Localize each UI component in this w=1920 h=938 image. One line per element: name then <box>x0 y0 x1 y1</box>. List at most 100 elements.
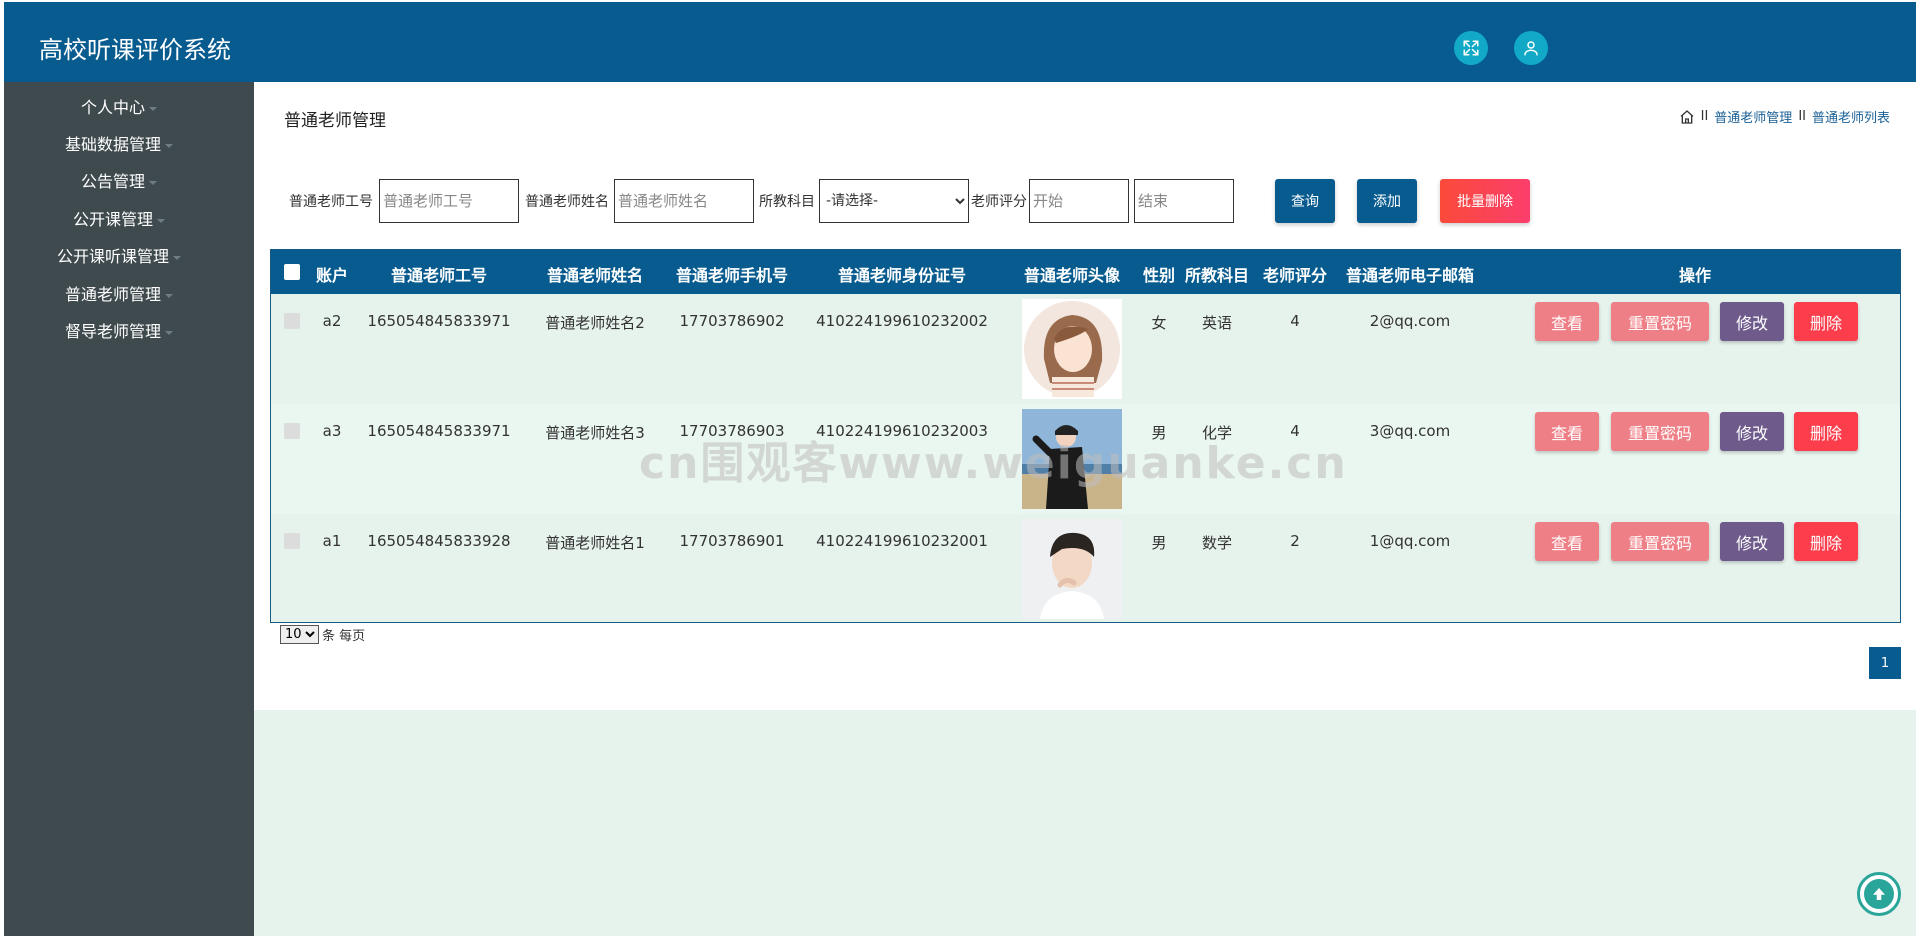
breadcrumb: II 普通老师管理 II 普通老师列表 <box>1679 107 1890 126</box>
score-end-input[interactable] <box>1134 179 1234 223</box>
cell-job-no: 165054845833928 <box>367 532 511 550</box>
page-size-control: 10 条 每页 <box>280 625 365 644</box>
sidebar-item-label: 督导老师管理 <box>64 322 161 341</box>
table-header: 账户 普通老师工号 普通老师姓名 普通老师手机号 普通老师身份证号 普通老师头像… <box>271 250 1900 294</box>
edit-button[interactable]: 修改 <box>1720 522 1784 561</box>
add-button[interactable]: 添加 <box>1357 179 1417 223</box>
sidebar-item-open-class[interactable]: 公开课管理 <box>4 206 234 230</box>
cell-email: 3@qq.com <box>1369 422 1451 440</box>
sidebar-item-personal-center[interactable]: 个人中心 <box>4 94 234 118</box>
teacher-id-input[interactable] <box>379 179 519 223</box>
sidebar-item-label: 基础数据管理 <box>64 135 161 154</box>
caret-down-icon <box>149 180 157 185</box>
row-checkbox[interactable] <box>284 533 300 549</box>
teacher-id-label: 普通老师工号 <box>289 194 373 210</box>
subject-select[interactable]: -请选择- <box>819 179 969 223</box>
cell-score: 4 <box>1290 312 1300 330</box>
sidebar-item-label: 公告管理 <box>80 172 145 191</box>
home-icon[interactable] <box>1679 109 1695 125</box>
caret-down-icon <box>165 330 173 335</box>
cell-name: 普通老师姓名3 <box>545 424 645 442</box>
app-title: 高校听课评价系统 <box>39 36 231 64</box>
sidebar-item-basic-data[interactable]: 基础数据管理 <box>4 131 234 155</box>
sidebar-item-label: 普通老师管理 <box>64 285 161 304</box>
arrow-up-icon <box>1864 879 1894 909</box>
sidebar-item-supervisors[interactable]: 督导老师管理 <box>4 318 234 342</box>
cell-gender: 男 <box>1151 534 1167 552</box>
edit-button[interactable]: 修改 <box>1720 412 1784 451</box>
cell-subject: 英语 <box>1201 314 1233 332</box>
column-header: 所教科目 <box>1184 266 1250 285</box>
page-title: 普通老师管理 <box>284 111 386 131</box>
column-header: 普通老师手机号 <box>675 266 789 285</box>
caret-down-icon <box>165 143 173 148</box>
sidebar-item-open-class-observation[interactable]: 公开课听课管理 <box>4 243 234 267</box>
column-header: 普通老师姓名 <box>546 266 644 285</box>
breadcrumb-separator: II <box>1798 109 1806 124</box>
sidebar-item-label: 公开课听课管理 <box>56 247 169 266</box>
teacher-avatar <box>1022 299 1122 399</box>
query-button[interactable]: 查询 <box>1275 179 1335 223</box>
page-size-suffix: 条 每页 <box>322 629 366 644</box>
user-icon[interactable] <box>1514 31 1548 65</box>
cell-score: 2 <box>1290 532 1300 550</box>
sidebar-item-label: 公开课管理 <box>72 210 153 229</box>
view-button[interactable]: 查看 <box>1535 302 1599 341</box>
cell-subject: 数学 <box>1201 534 1233 552</box>
row-checkbox[interactable] <box>284 423 300 439</box>
cell-job-no: 165054845833971 <box>367 422 511 440</box>
column-header: 账户 <box>315 266 349 285</box>
fullscreen-icon[interactable] <box>1454 31 1488 65</box>
breadcrumb-separator: II <box>1700 109 1709 124</box>
cell-gender: 女 <box>1151 314 1167 332</box>
batch-delete-button[interactable]: 批量删除 <box>1440 179 1530 223</box>
reset-password-button[interactable]: 重置密码 <box>1611 412 1709 451</box>
delete-button[interactable]: 删除 <box>1794 412 1858 451</box>
select-all-checkbox[interactable] <box>284 264 300 280</box>
view-button[interactable]: 查看 <box>1535 412 1599 451</box>
subject-label: 所教科目 <box>759 194 815 210</box>
row-checkbox[interactable] <box>284 313 300 329</box>
delete-button[interactable]: 删除 <box>1794 522 1858 561</box>
caret-down-icon <box>173 255 181 260</box>
score-start-input[interactable] <box>1029 179 1129 223</box>
breadcrumb-item[interactable]: 普通老师列表 <box>1812 107 1890 126</box>
teacher-name-input[interactable] <box>614 179 754 223</box>
scroll-to-top-button[interactable] <box>1857 872 1901 916</box>
cell-job-no: 165054845833971 <box>367 312 511 330</box>
page-number-button[interactable]: 1 <box>1869 647 1901 679</box>
reset-password-button[interactable]: 重置密码 <box>1611 522 1709 561</box>
sidebar: 个人中心 基础数据管理 公告管理 公开课管理 公开课听课管理 普通老师管理 督导… <box>4 82 254 936</box>
caret-down-icon <box>149 106 157 111</box>
page-size-select[interactable]: 10 <box>280 625 319 644</box>
teacher-name-label: 普通老师姓名 <box>525 194 609 210</box>
column-header: 普通老师工号 <box>390 266 488 285</box>
cell-email: 2@qq.com <box>1369 312 1451 330</box>
reset-password-button[interactable]: 重置密码 <box>1611 302 1709 341</box>
cell-account: a3 <box>322 422 342 440</box>
table-row: a1 165054845833928 普通老师姓名1 17703786901 4… <box>271 514 1900 622</box>
cell-id-card: 410224199610232001 <box>816 532 988 550</box>
watermark: cn围观客www.weiguanke.cn <box>639 438 1348 489</box>
caret-down-icon <box>157 218 165 223</box>
cell-name: 普通老师姓名2 <box>545 314 645 332</box>
breadcrumb-item[interactable]: 普通老师管理 <box>1714 107 1792 126</box>
sidebar-item-teachers[interactable]: 普通老师管理 <box>4 281 234 305</box>
cell-phone: 17703786901 <box>679 532 785 550</box>
teacher-avatar <box>1022 519 1122 619</box>
sidebar-item-label: 个人中心 <box>80 98 145 117</box>
column-header: 操作 <box>1678 266 1712 285</box>
view-button[interactable]: 查看 <box>1535 522 1599 561</box>
cell-email: 1@qq.com <box>1369 532 1451 550</box>
delete-button[interactable]: 删除 <box>1794 302 1858 341</box>
column-header: 性别 <box>1142 266 1176 285</box>
column-header: 普通老师电子邮箱 <box>1345 266 1475 285</box>
caret-down-icon <box>165 293 173 298</box>
cell-phone: 17703786902 <box>679 312 785 330</box>
column-header: 普通老师身份证号 <box>837 266 967 285</box>
edit-button[interactable]: 修改 <box>1720 302 1784 341</box>
sidebar-item-announcements[interactable]: 公告管理 <box>4 168 234 192</box>
app-frame: 高校听课评价系统 个人中心 基础数据管理 公告管理 公开课管理 公开课听课管理 … <box>4 2 1916 936</box>
column-header: 普通老师头像 <box>1023 266 1121 285</box>
cell-name: 普通老师姓名1 <box>545 534 645 552</box>
